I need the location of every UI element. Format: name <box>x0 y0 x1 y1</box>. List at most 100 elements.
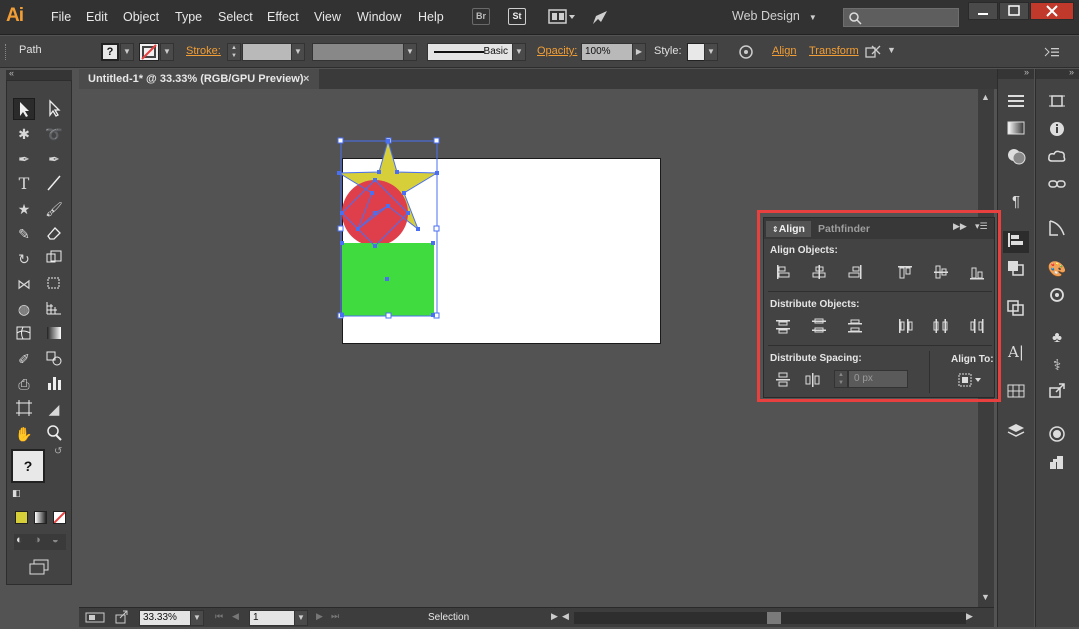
menu-help[interactable]: Help <box>418 10 444 24</box>
asset-export-icon[interactable] <box>1044 219 1070 241</box>
menu-file[interactable]: File <box>51 10 71 24</box>
toolbox-header[interactable]: « <box>6 68 72 80</box>
next-artboard-icon[interactable]: ▶ <box>316 611 323 622</box>
glyphs-panel-icon[interactable] <box>1003 382 1029 404</box>
stroke-weight-stepper[interactable]: ▲ ▼ <box>227 43 241 61</box>
pathfinder-panel-icon[interactable] <box>1003 259 1029 281</box>
artboard-dropdown[interactable]: ▼ <box>294 610 308 626</box>
symbol-sprayer-tool[interactable]: ⎙ <box>13 373 35 395</box>
chevron-down-icon[interactable]: ▼ <box>887 45 896 55</box>
zoom-tool[interactable] <box>43 423 65 445</box>
align-panel-icon[interactable] <box>1003 231 1029 253</box>
mesh-tool[interactable] <box>13 323 35 345</box>
recolor-artwork-button[interactable] <box>738 44 754 60</box>
drawing-modes[interactable]: ◐ ◑ ◒ <box>14 534 66 550</box>
column-graph-tool[interactable] <box>43 373 65 395</box>
menu-window[interactable]: Window <box>357 10 401 24</box>
maximize-button[interactable] <box>999 2 1029 20</box>
symbols-panel-icon[interactable]: ♣ <box>1044 327 1070 349</box>
collapse-dock-icon[interactable]: » <box>1069 67 1074 77</box>
transparency-panel-icon[interactable] <box>1003 147 1029 169</box>
rotate-tool[interactable]: ↻ <box>13 248 35 270</box>
perspective-grid-tool[interactable] <box>43 298 65 320</box>
share-button[interactable] <box>115 610 129 624</box>
close-button[interactable] <box>1030 2 1074 20</box>
brush-definition-field[interactable]: Basic <box>427 43 513 61</box>
creative-cloud-libraries-icon[interactable] <box>1044 147 1070 169</box>
previous-artboard-icon[interactable]: ◀ <box>232 611 239 622</box>
variable-width-dropdown[interactable]: ▼ <box>403 43 417 61</box>
opacity-field[interactable]: 100% <box>581 43 633 61</box>
info-panel-icon[interactable] <box>1044 120 1070 142</box>
selection-tool[interactable] <box>13 98 35 120</box>
minimize-button[interactable] <box>968 2 998 20</box>
export-for-screens-icon[interactable] <box>1044 382 1070 404</box>
draw-inside-icon[interactable]: ◒ <box>52 534 59 546</box>
pen-tool[interactable]: ✒ <box>13 148 35 170</box>
blend-tool[interactable] <box>43 348 65 370</box>
isolate-selected-button[interactable] <box>864 44 882 60</box>
color-mode-button[interactable] <box>15 511 28 524</box>
links-panel-icon[interactable] <box>1044 175 1070 197</box>
draw-behind-icon[interactable]: ◑ <box>34 534 41 546</box>
transform-panel-link[interactable]: Transform <box>809 45 859 57</box>
stroke-panel-icon[interactable] <box>1003 92 1029 114</box>
collapse-toolbox-icon[interactable]: « <box>9 68 14 78</box>
free-transform-tool[interactable] <box>43 273 65 295</box>
scroll-up-icon[interactable]: ▲ <box>981 92 990 102</box>
variable-width-profile[interactable] <box>312 43 404 61</box>
type-tool[interactable]: T <box>13 173 35 195</box>
pencil-tool[interactable]: ✎ <box>13 223 35 245</box>
gradient-tool[interactable] <box>43 323 65 345</box>
horizontal-scroll-track[interactable] <box>574 612 966 624</box>
opacity-slider-button[interactable]: ▶ <box>632 43 646 61</box>
stroke-weight-dropdown[interactable]: ▼ <box>291 43 305 61</box>
fill-dropdown[interactable]: ▼ <box>120 43 134 61</box>
hand-tool[interactable]: ✋ <box>13 423 35 445</box>
scroll-right-icon[interactable]: ▶ <box>966 611 973 622</box>
gpu-preview-toggle[interactable] <box>85 611 105 624</box>
bridge-button[interactable]: Br <box>472 8 490 25</box>
status-menu-icon[interactable]: ▶ <box>551 611 558 622</box>
dock-header[interactable]: » <box>998 67 1034 79</box>
fill-swatch[interactable]: ? <box>101 43 119 61</box>
paintbrush-tool[interactable]: 🖌 <box>43 198 65 220</box>
arrange-documents-button[interactable] <box>548 8 576 26</box>
draw-normal-icon[interactable]: ◐ <box>16 534 23 546</box>
brushes-panel-icon[interactable]: ⚕ <box>1044 355 1070 377</box>
align-panel-link[interactable]: Align <box>772 45 796 57</box>
layers-panel-icon[interactable] <box>1003 422 1029 444</box>
artboards-panel-icon[interactable] <box>1044 92 1070 114</box>
default-fill-stroke-icon[interactable]: ◧ <box>12 488 21 499</box>
graphic-styles-icon[interactable] <box>1044 453 1070 475</box>
stroke-swatch[interactable] <box>139 43 159 61</box>
workspace-switcher[interactable]: Web Design ▼ <box>732 9 830 27</box>
none-mode-button[interactable] <box>53 511 66 524</box>
stroke-dropdown[interactable]: ▼ <box>160 43 174 61</box>
eyedropper-tool[interactable]: ✐ <box>13 348 35 370</box>
menu-type[interactable]: Type <box>175 10 202 24</box>
menu-view[interactable]: View <box>314 10 341 24</box>
magic-wand-tool[interactable]: ✱ <box>13 123 35 145</box>
character-panel-icon[interactable]: A| <box>1003 341 1029 363</box>
graphic-style-dropdown[interactable]: ▼ <box>704 43 718 61</box>
color-guide-icon[interactable]: 🎨 <box>1044 259 1070 281</box>
brush-dropdown[interactable]: ▼ <box>512 43 526 61</box>
close-tab-icon[interactable]: × <box>303 69 309 89</box>
transform-panel-icon[interactable] <box>1003 299 1029 321</box>
width-tool[interactable]: ⋈ <box>13 273 35 295</box>
shape-builder-tool[interactable]: ◍ <box>13 298 35 320</box>
control-bar-menu[interactable] <box>1044 45 1060 59</box>
zoom-dropdown[interactable]: ▼ <box>190 610 204 626</box>
gradient-mode-button[interactable] <box>34 511 47 524</box>
direct-selection-tool[interactable] <box>43 98 65 120</box>
star-tool[interactable]: ★ <box>13 198 35 220</box>
artboard-tool[interactable] <box>13 398 35 420</box>
control-bar-grip[interactable] <box>5 44 9 60</box>
line-segment-tool[interactable] <box>43 173 65 195</box>
menu-object[interactable]: Object <box>123 10 159 24</box>
artboard-number-field[interactable]: 1 <box>249 610 295 626</box>
gradient-panel-icon[interactable] <box>1003 119 1029 141</box>
document-tab[interactable]: Untitled-1* @ 33.33% (RGB/GPU Preview) × <box>79 69 319 89</box>
last-artboard-icon[interactable]: ⏭ <box>331 611 339 622</box>
